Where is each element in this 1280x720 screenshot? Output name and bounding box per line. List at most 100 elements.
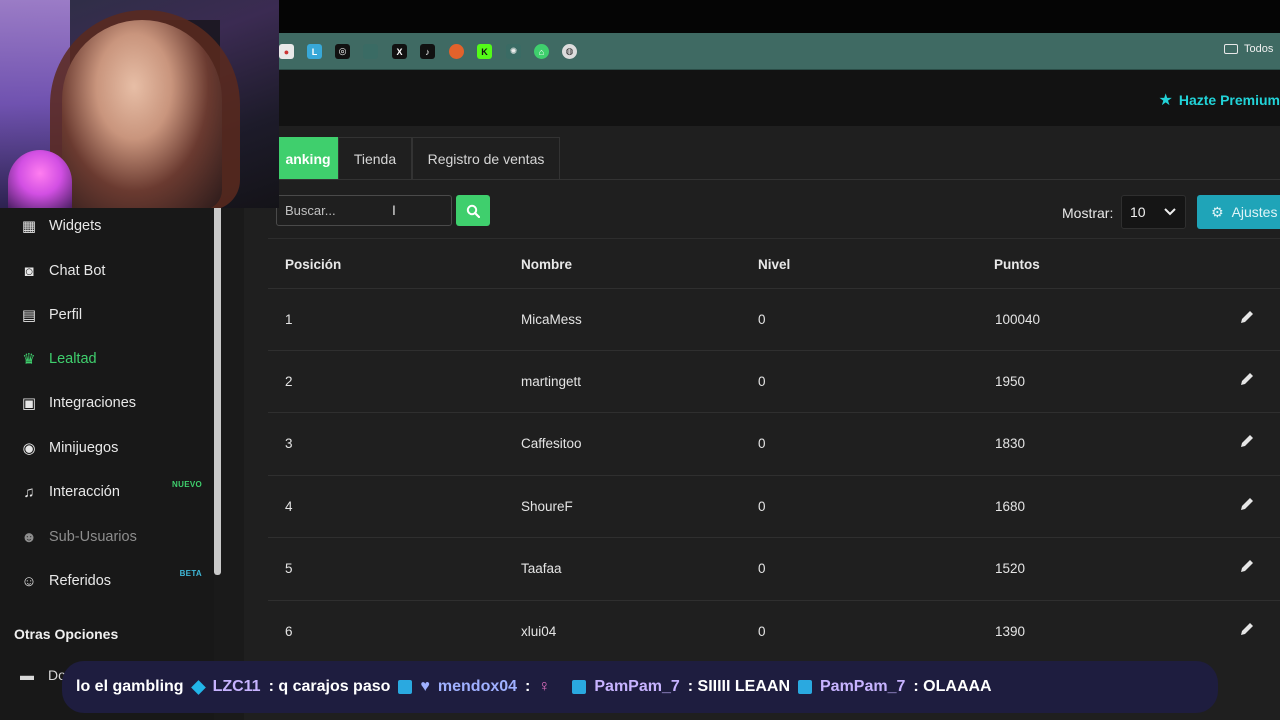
table-row: 4 ShoureF 0 1680 (268, 475, 1280, 537)
cell-position: 6 (285, 624, 293, 639)
bookmark-blank-icon[interactable] (363, 44, 378, 59)
sidebar-item-label: Integraciones (49, 395, 137, 411)
pencil-icon[interactable] (1239, 558, 1255, 574)
premium-button[interactable]: ★ Hazte Premium (1159, 90, 1280, 110)
prime-badge-icon (798, 680, 812, 694)
table-row: 3 Caffesitoo 0 1830 (268, 412, 1280, 474)
cell-level: 0 (758, 374, 766, 389)
cell-name: xlui04 (521, 624, 557, 639)
bookmark-tiktok-icon[interactable]: ♪ (420, 44, 435, 59)
prime-badge-icon (398, 680, 413, 694)
chat-message: : (525, 678, 531, 695)
bookmark-globe-icon[interactable]: ◍ (562, 44, 577, 59)
bookmark-orange-icon[interactable] (449, 44, 464, 59)
cell-name: Taafaa (521, 561, 562, 576)
music-icon: ♫ (23, 483, 35, 501)
bookmark-kick-icon[interactable]: K (477, 44, 492, 59)
premium-label: Hazte Premium (1178, 92, 1280, 108)
cell-points: 1520 (995, 561, 1026, 576)
sidebar-item-widgets[interactable]: ▦ Widgets (0, 204, 214, 248)
cell-name: Caffesitoo (521, 436, 582, 451)
tab-label: Registro de ventas (427, 150, 545, 167)
pencil-icon[interactable] (1239, 496, 1255, 512)
column-header-nombre: Nombre (521, 257, 573, 272)
sidebar-item-label: Sub-Usuarios (49, 529, 137, 545)
pencil-icon[interactable] (1239, 309, 1255, 325)
pencil-icon[interactable] (1239, 433, 1255, 449)
text-cursor-icon: I (392, 202, 396, 218)
trophy-icon: ♛ (22, 351, 36, 368)
chat-username: mendox04 (437, 678, 518, 695)
emote-icon: ♀ (538, 678, 551, 695)
pencil-icon[interactable] (1239, 371, 1255, 387)
discord-icon: ▣ (21, 395, 37, 412)
sidebar-item-label: Perfil (49, 307, 83, 323)
bookmark-pokeball-icon[interactable]: ● (279, 44, 294, 59)
sidebar-item-label: Lealtad (49, 351, 97, 367)
tab-registro-ventas[interactable]: Registro de ventas (412, 137, 560, 179)
sidebar-item-chat-bot[interactable]: ◙ Chat Bot (0, 249, 214, 293)
table-top-divider (268, 238, 1280, 239)
cell-level: 0 (758, 499, 766, 514)
cell-name: ShoureF (521, 499, 573, 514)
search-icon (466, 204, 480, 218)
table-row: 2 martingett 0 1950 (268, 350, 1280, 412)
users-icon: ☻ (21, 528, 37, 546)
cell-points: 1390 (995, 624, 1026, 639)
cell-position: 5 (285, 561, 293, 576)
sidebar-item-label: Interacción (49, 484, 120, 500)
ajustes-label: Ajustes (1231, 204, 1278, 220)
tab-tienda[interactable]: Tienda (338, 137, 412, 179)
tab-label: Tienda (353, 150, 397, 167)
chat-username: LZC11 (212, 678, 261, 695)
tab-ranking[interactable]: anking (278, 137, 338, 179)
sidebar-item-minijuegos[interactable]: ◉ Minijuegos (0, 426, 214, 470)
table-row: 6 xlui04 0 1390 (268, 600, 1280, 662)
search-button[interactable] (456, 195, 490, 226)
gears-icon: ⚙ (1211, 203, 1224, 220)
bookmark-x-icon[interactable]: X (392, 44, 407, 59)
sidebar-item-interaccion[interactable]: ♫ Interacción NUEVO (0, 470, 214, 514)
sidebar-scrollbar[interactable] (214, 205, 221, 575)
bookmark-chatgpt-icon[interactable]: ✺ (506, 44, 521, 59)
section-title: Otras Opciones (14, 626, 119, 642)
cell-level: 0 (758, 436, 766, 451)
folder-icon (1224, 44, 1238, 54)
bookmark-l-icon[interactable]: L (307, 44, 322, 59)
cell-position: 3 (285, 436, 293, 451)
star-icon: ★ (1158, 92, 1173, 109)
screen: ● L ◎ X ♪ K ✺ ⌂ ◍ Todos ★ Hazte Premium … (0, 0, 1280, 720)
bookmarks-folder[interactable]: Todos (1224, 43, 1273, 55)
cell-position: 2 (285, 374, 293, 389)
sidebar-item-lealtad[interactable]: ♛ Lealtad (0, 337, 214, 381)
chat-message: : SIIIII LEAAN (687, 678, 790, 695)
app-header (278, 70, 1280, 126)
webcam-microphone (8, 150, 72, 208)
stream-chat-overlay: lo el gambling LZC11 : q carajos paso ♥ … (62, 661, 1218, 713)
grid-icon: ▦ (21, 218, 37, 235)
bookmarks-folder-label: Todos (1244, 43, 1274, 55)
id-card-icon: ▤ (21, 307, 37, 324)
ajustes-button[interactable]: ⚙ Ajustes (1197, 195, 1280, 229)
cell-level: 0 (758, 312, 766, 327)
bookmark-green-icon[interactable]: ⌂ (534, 44, 549, 59)
column-header-posicion: Posición (285, 257, 342, 272)
sidebar-item-integraciones[interactable]: ▣ Integraciones (0, 381, 214, 425)
sidebar-item-sub-usuarios[interactable]: ☻ Sub-Usuarios (0, 515, 214, 559)
cell-position: 4 (285, 499, 293, 514)
sidebar-item-perfil[interactable]: ▤ Perfil (0, 293, 214, 337)
sidebar-item-label: Widgets (49, 218, 102, 234)
table-row: 1 MicaMess 0 100040 (268, 288, 1280, 350)
cell-points: 1680 (995, 499, 1026, 514)
column-header-puntos: Puntos (994, 257, 1040, 272)
sidebar-item-referidos[interactable]: ☺ Referidos BETA (0, 559, 214, 603)
sidebar-item-label: Minijuegos (49, 440, 119, 456)
cell-name: MicaMess (521, 312, 582, 327)
pencil-icon[interactable] (1239, 621, 1255, 637)
cube-badge-icon (190, 679, 206, 695)
bookmark-circle-icon[interactable]: ◎ (335, 44, 350, 59)
gamepad-icon: ◉ (22, 440, 36, 457)
search-input[interactable] (276, 195, 452, 226)
page-size-select[interactable]: 10 (1121, 195, 1186, 229)
chat-username: PamPam_7 (594, 678, 680, 695)
